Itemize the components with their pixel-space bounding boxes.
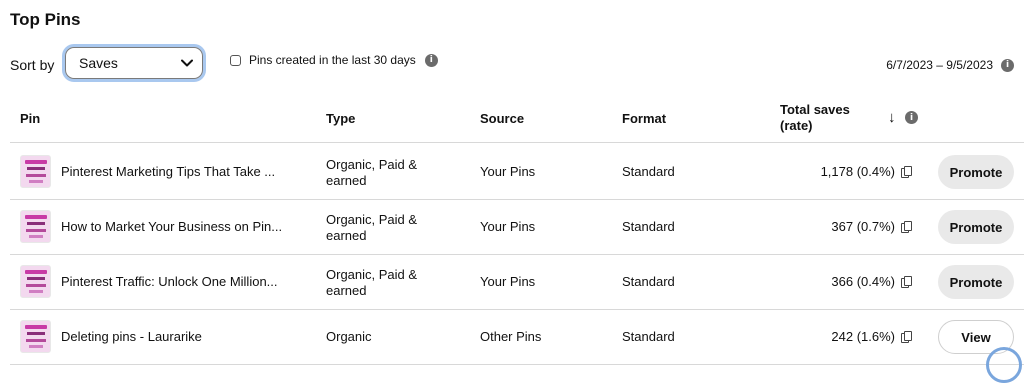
pin-saves: 1,178 (0.4%)	[821, 164, 912, 179]
date-range-text: 6/7/2023 – 9/5/2023	[886, 58, 993, 72]
table-row[interactable]: How to Market Your Business on Pin... Or…	[10, 200, 1024, 255]
column-header-type: Type	[326, 111, 356, 126]
info-icon[interactable]: i	[905, 111, 918, 124]
table-header: Pin Type Source Format Total saves (rate…	[10, 95, 1024, 143]
pin-saves: 367 (0.7%)	[831, 219, 912, 234]
date-range: 6/7/2023 – 9/5/2023 i	[886, 58, 1014, 72]
pin-thumbnail[interactable]	[20, 320, 51, 353]
copy-icon	[901, 275, 912, 288]
promote-button[interactable]: Promote	[938, 210, 1014, 244]
promote-button[interactable]: Promote	[938, 155, 1014, 189]
pin-source: Other Pins	[480, 329, 542, 344]
table-row[interactable]: Pinterest Traffic: Unlock One Million...…	[10, 255, 1024, 310]
info-icon[interactable]: i	[424, 53, 438, 67]
pin-type: Organic, Paid & earned	[326, 157, 418, 188]
info-icon[interactable]: i	[1001, 58, 1014, 72]
table-row[interactable]: Pinterest Marketing Tips That Take ... O…	[10, 145, 1024, 200]
table-row[interactable]: Deleting pins - Laurarike Organic Other …	[10, 310, 1024, 365]
copy-icon	[901, 165, 912, 178]
column-header-pin: Pin	[20, 111, 41, 126]
column-header-total-saves[interactable]: Total saves (rate)	[780, 102, 850, 134]
pin-type: Organic	[326, 329, 372, 344]
pin-format: Standard	[622, 329, 675, 344]
pin-title[interactable]: How to Market Your Business on Pin...	[61, 219, 282, 234]
pin-format: Standard	[622, 164, 675, 179]
pin-source: Your Pins	[480, 274, 536, 289]
pin-type: Organic, Paid & earned	[326, 267, 418, 298]
sort-select-value: Saves	[79, 55, 118, 71]
pin-type: Organic, Paid & earned	[326, 212, 418, 243]
copy-icon	[901, 330, 912, 343]
pin-thumbnail[interactable]	[20, 155, 51, 188]
copy-icon	[901, 220, 912, 233]
pin-title[interactable]: Pinterest Traffic: Unlock One Million...	[61, 274, 278, 289]
pin-format: Standard	[622, 219, 675, 234]
pin-saves: 366 (0.4%)	[831, 274, 912, 289]
sort-by-label: Sort by	[10, 57, 55, 73]
chevron-down-icon	[181, 59, 193, 67]
pin-source: Your Pins	[480, 164, 536, 179]
pin-thumbnail[interactable]	[20, 210, 51, 243]
pin-source: Your Pins	[480, 219, 536, 234]
column-header-source: Source	[480, 111, 525, 126]
help-button[interactable]	[986, 347, 1022, 383]
last-30-days-filter[interactable]: Pins created in the last 30 days i	[230, 53, 438, 67]
sort-select[interactable]: Saves	[62, 44, 206, 82]
sort-descending-icon[interactable]: ↓	[888, 109, 896, 126]
last-30-days-checkbox[interactable]	[230, 54, 241, 66]
last-30-days-label: Pins created in the last 30 days	[249, 53, 416, 67]
pin-thumbnail[interactable]	[20, 265, 51, 298]
page-title: Top Pins	[10, 10, 81, 29]
promote-button[interactable]: Promote	[938, 265, 1014, 299]
column-header-format: Format	[622, 111, 667, 126]
pin-format: Standard	[622, 274, 675, 289]
pin-title[interactable]: Pinterest Marketing Tips That Take ...	[61, 164, 275, 179]
pin-title[interactable]: Deleting pins - Laurarike	[61, 329, 202, 344]
pin-saves: 242 (1.6%)	[831, 329, 912, 344]
